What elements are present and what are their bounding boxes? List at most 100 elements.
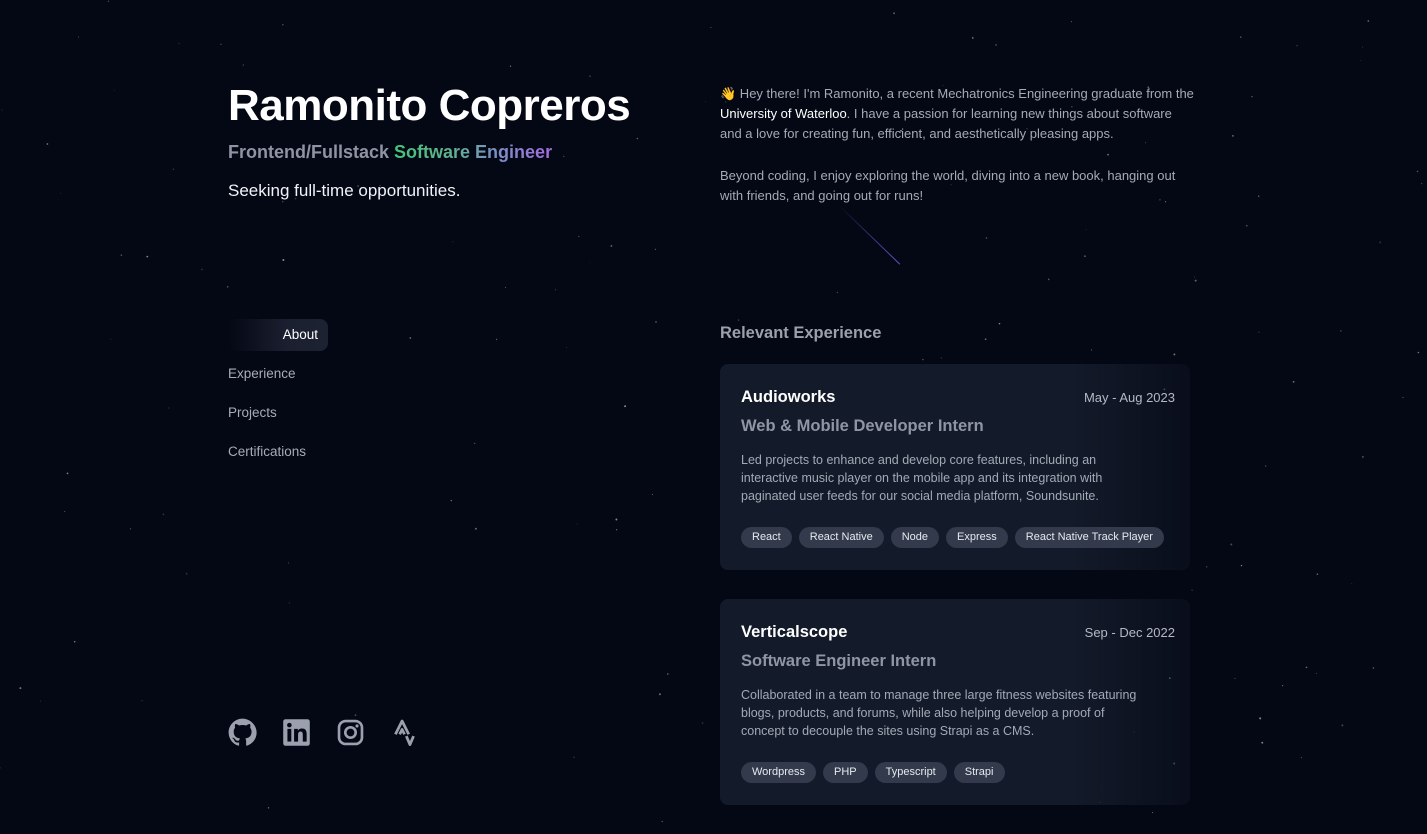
star	[220, 43, 222, 45]
star	[201, 268, 203, 271]
role-prefix: Frontend/Fullstack	[228, 142, 395, 162]
star	[1231, 134, 1234, 137]
star	[288, 602, 290, 604]
star	[610, 244, 613, 247]
star	[971, 37, 974, 39]
star	[168, 407, 170, 409]
star	[940, 357, 942, 359]
star	[450, 499, 453, 502]
star	[655, 321, 657, 323]
star	[288, 562, 290, 564]
star	[1230, 543, 1233, 546]
star	[185, 572, 188, 575]
star	[998, 322, 1001, 325]
star	[1420, 182, 1423, 185]
star	[1339, 330, 1342, 332]
star	[1194, 276, 1196, 278]
wave-icon: 👋	[720, 86, 737, 101]
star	[0, 767, 1, 769]
star	[66, 472, 69, 475]
star	[1085, 229, 1087, 231]
star	[39, 700, 41, 702]
star	[509, 65, 512, 67]
star	[651, 494, 653, 495]
instagram-icon[interactable]	[336, 718, 365, 747]
tech-tag: Typescript	[874, 762, 947, 783]
star	[658, 693, 661, 696]
star	[162, 513, 165, 516]
star	[1191, 589, 1193, 592]
experience-card-verticalscope[interactable]: Verticalscope Sep - Dec 2022 Software En…	[720, 599, 1190, 805]
tech-tag: Strapi	[953, 762, 1005, 783]
strava-icon[interactable]	[390, 718, 419, 747]
star	[452, 241, 454, 243]
job-position: Web & Mobile Developer Intern	[741, 417, 984, 435]
star	[589, 261, 591, 263]
star	[922, 358, 924, 361]
star	[1367, 20, 1370, 22]
star	[474, 527, 477, 530]
star	[282, 201, 284, 203]
job-dates: May - Aug 2023	[1083, 390, 1175, 405]
nav-item-experience[interactable]: Experience	[228, 358, 428, 390]
star	[1240, 564, 1243, 567]
role-highlight: Software Engineer	[394, 142, 553, 162]
star	[1234, 677, 1236, 679]
star	[705, 101, 707, 103]
star	[282, 259, 285, 261]
star	[893, 12, 895, 15]
star	[1, 109, 3, 111]
star	[1259, 717, 1262, 720]
star	[19, 687, 22, 690]
tech-tag: Node	[890, 527, 940, 548]
tech-tag: React	[741, 527, 792, 548]
company-name: Verticalscope	[741, 623, 848, 641]
star	[1351, 583, 1353, 585]
star	[1296, 45, 1298, 47]
star	[78, 36, 79, 38]
star	[1194, 279, 1197, 282]
star	[110, 338, 112, 340]
star	[710, 26, 712, 28]
github-icon[interactable]	[228, 718, 257, 747]
star	[1070, 21, 1073, 23]
experience-card-audioworks[interactable]: Audioworks May - Aug 2023 Web & Mobile D…	[720, 364, 1190, 570]
star	[1341, 724, 1344, 727]
star	[1173, 353, 1176, 356]
star	[107, 0, 110, 3]
star	[1362, 456, 1364, 458]
tech-tags: Wordpress PHP Typescript Strapi	[741, 762, 1169, 783]
star	[60, 192, 62, 194]
job-dates: Sep - Dec 2022	[1084, 625, 1175, 640]
star	[1316, 573, 1319, 575]
linkedin-icon[interactable]	[282, 718, 311, 747]
tech-tag: PHP	[822, 762, 868, 783]
company-name: Audioworks	[741, 388, 836, 406]
star	[141, 700, 143, 702]
star	[1416, 170, 1419, 173]
star	[1084, 255, 1086, 257]
nav-item-projects[interactable]: Projects	[228, 397, 428, 429]
star	[836, 291, 839, 293]
profile-name: Ramonito Copreros	[228, 81, 631, 130]
star	[64, 510, 66, 513]
star	[666, 673, 669, 675]
star	[1417, 351, 1420, 354]
star	[267, 807, 270, 809]
university-link[interactable]: University of Waterloo	[720, 106, 847, 121]
star	[1372, 667, 1375, 669]
tech-tags: React React Native Node Express React Na…	[741, 527, 1169, 548]
star	[737, 319, 740, 321]
nav-item-about[interactable]: About	[228, 319, 328, 351]
star	[1245, 224, 1248, 227]
section-nav: About Experience Projects Certifications	[228, 319, 428, 475]
nav-item-certifications[interactable]: Certifications	[228, 436, 428, 468]
star	[985, 237, 988, 239]
star	[282, 24, 284, 26]
star	[1265, 465, 1267, 467]
star	[1258, 195, 1260, 197]
about-intro-text: Hey there! I'm Ramonito, a recent Mechat…	[736, 86, 1194, 101]
star	[1362, 46, 1363, 48]
star	[565, 346, 567, 348]
star	[129, 528, 132, 530]
